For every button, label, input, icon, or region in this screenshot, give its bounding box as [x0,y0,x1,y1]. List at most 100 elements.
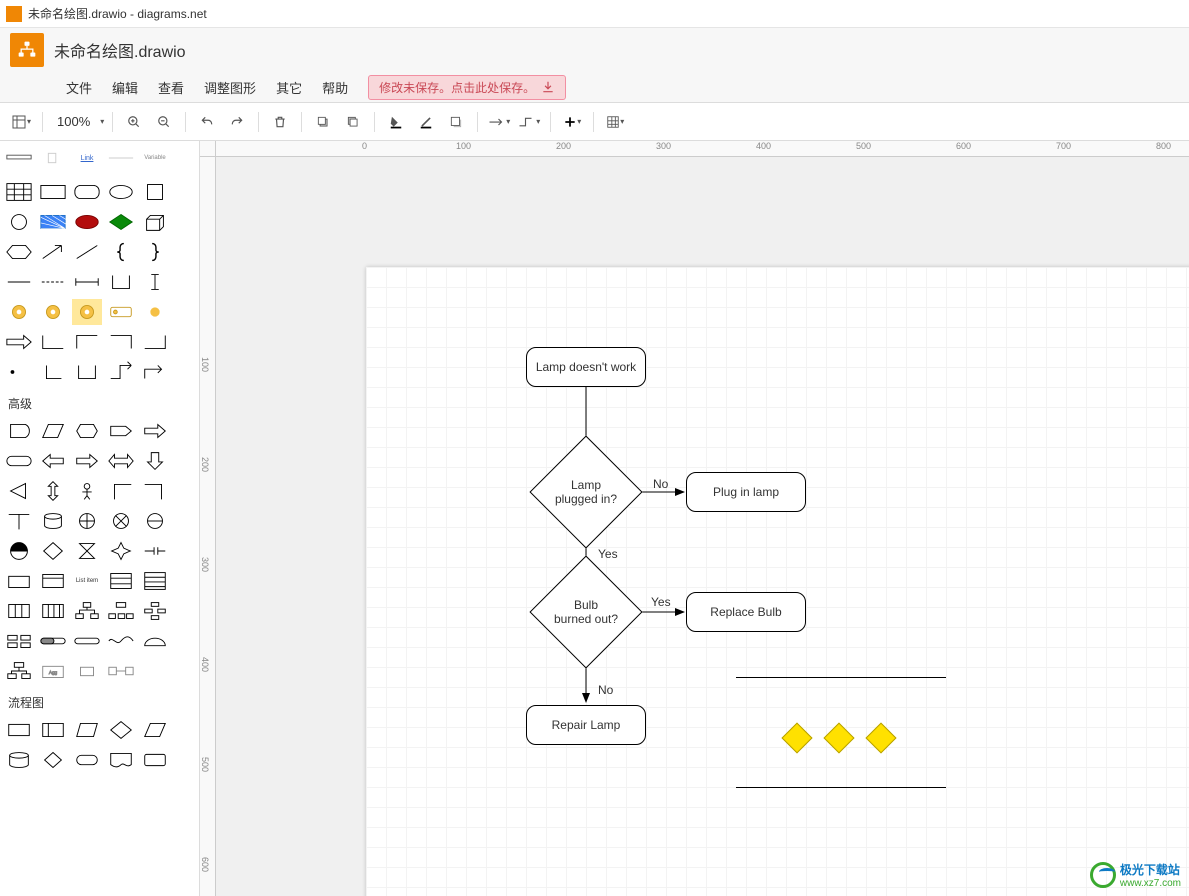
shape-cols[interactable] [4,598,34,624]
shape-arrow-ne[interactable] [38,239,68,265]
shape-star4[interactable] [106,538,136,564]
shape-arrow-l[interactable] [38,448,68,474]
shape-window[interactable] [38,568,68,594]
section-flowchart[interactable]: 流程图 [0,688,199,713]
menu-extras[interactable]: 其它 [266,74,312,101]
shape-tree2[interactable] [106,598,136,624]
shape-listitem[interactable]: List item [72,568,102,594]
shape-dim-h[interactable] [72,269,102,295]
menu-arrange[interactable]: 调整图形 [194,74,266,101]
shape-gear3[interactable] [72,299,102,325]
shape-tri-l[interactable] [4,478,34,504]
yellow-diamond-shape[interactable] [823,722,854,753]
shape-T[interactable] [4,508,34,534]
delete-button[interactable] [267,109,293,135]
shape-fc-cyl[interactable] [4,747,34,773]
shape-progress[interactable] [38,628,68,654]
node-decision-bulb[interactable]: Bulb burned out? [546,572,626,652]
shapes-sidebar[interactable]: Link Variable [0,141,200,896]
shape-rounded[interactable] [72,179,102,205]
shape-list3[interactable] [106,568,136,594]
shape-brace-l[interactable] [106,239,136,265]
page[interactable]: Lamp doesn't work Lamp plugged in? No Ye… [366,267,1189,896]
connection-button[interactable]: ▾ [486,109,512,135]
shape-dash-h[interactable] [38,269,68,295]
shape-gear2[interactable] [38,299,68,325]
shape-card[interactable] [106,299,136,325]
shape-bracket[interactable] [106,269,136,295]
undo-button[interactable] [194,109,220,135]
shape-tree[interactable] [72,598,102,624]
shape-box-label[interactable]: Agg [38,658,68,684]
shape-corner3[interactable] [106,329,136,355]
shape-circle-plus[interactable] [72,508,102,534]
shape-sun[interactable] [140,299,170,325]
shape-arrow-d[interactable] [140,448,170,474]
line-shape[interactable] [736,787,946,788]
to-front-button[interactable] [310,109,336,135]
canvas-viewport[interactable]: Lamp doesn't work Lamp plugged in? No Ye… [216,157,1189,896]
shape-red-ellipse[interactable] [72,209,102,235]
line-shape[interactable] [736,677,946,678]
shape-misc[interactable] [38,145,68,171]
shape-diamond[interactable] [38,538,68,564]
shape-step-r2[interactable] [140,359,170,385]
shape-cols2[interactable] [38,598,68,624]
shape-bracket-tr[interactable] [140,478,170,504]
shape-conn[interactable] [140,538,170,564]
shape-dot[interactable] [4,359,34,385]
shape-arrow-r[interactable] [72,448,102,474]
shape-adv[interactable] [106,418,136,444]
node-repair[interactable]: Repair Lamp [526,705,646,745]
shape-adv[interactable] [38,418,68,444]
shape-person[interactable] [72,478,102,504]
shape-circle-x[interactable] [106,508,136,534]
table-button[interactable]: ▾ [602,109,628,135]
shape-arrow-lr[interactable] [106,448,136,474]
zoom-level[interactable]: 100% [51,114,96,129]
shape-U[interactable] [72,359,102,385]
shape-rect2[interactable] [4,568,34,594]
zoom-out-button[interactable] [151,109,177,135]
shape-bracket-tl[interactable] [106,478,136,504]
shape-hourglass[interactable] [72,538,102,564]
shape-grid[interactable] [4,179,34,205]
shape-tree3[interactable] [140,598,170,624]
app-logo[interactable] [10,33,44,67]
insert-button[interactable]: ▾ [559,109,585,135]
shape-fc-diamond[interactable] [38,747,68,773]
menu-file[interactable]: 文件 [56,74,102,101]
shape-square[interactable] [140,179,170,205]
save-notice[interactable]: 修改未保存。点击此处保存。 [368,75,566,100]
shape-misc[interactable] [106,145,136,171]
shape-cylinder[interactable] [38,508,68,534]
shape-L[interactable] [38,359,68,385]
shape-connect[interactable] [106,658,136,684]
shape-fc[interactable] [72,717,102,743]
shape-line-diag[interactable] [72,239,102,265]
shape-cube[interactable] [140,209,170,235]
shape-adv[interactable] [4,418,34,444]
shape-pill2[interactable] [72,628,102,654]
view-mode-button[interactable]: ▾ [8,109,34,135]
shape-fc[interactable] [140,717,170,743]
line-color-button[interactable] [413,109,439,135]
shape-fc[interactable] [38,717,68,743]
shape-wave[interactable] [106,628,136,654]
shape-dim-v[interactable] [140,269,170,295]
yellow-diamond-shape[interactable] [781,722,812,753]
document-title[interactable]: 未命名绘图.drawio [54,38,186,62]
node-replace[interactable]: Replace Bulb [686,592,806,632]
to-back-button[interactable] [340,109,366,135]
shape-adv[interactable] [140,418,170,444]
node-plugin[interactable]: Plug in lamp [686,472,806,512]
fill-color-button[interactable] [383,109,409,135]
shape-fc-rect[interactable] [140,747,170,773]
shape-pill[interactable] [4,448,34,474]
zoom-in-button[interactable] [121,109,147,135]
shape-fc-pill[interactable] [72,747,102,773]
shape-adv[interactable] [72,418,102,444]
shape-brace-r[interactable] [140,239,170,265]
shape-cap[interactable] [140,628,170,654]
shape-fc[interactable] [106,717,136,743]
